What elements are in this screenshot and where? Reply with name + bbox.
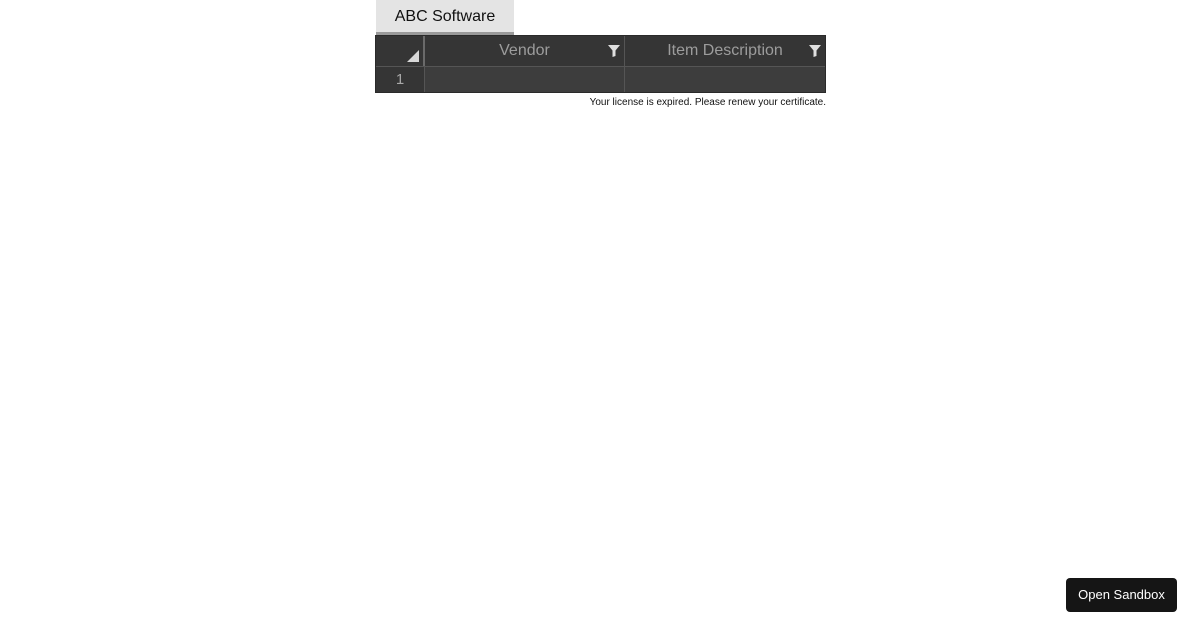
row-number[interactable]: 1 [376, 67, 425, 92]
select-all-icon [407, 50, 419, 62]
column-header-label: Vendor [499, 42, 550, 59]
page: ABC Software Vendor Item Description 1 Y… [0, 0, 1200, 630]
column-header-label: Item Description [667, 42, 783, 59]
sheet-tab[interactable]: ABC Software [376, 0, 514, 35]
spreadsheet-widget: ABC Software Vendor Item Description 1 Y… [375, 0, 826, 109]
sheet-tab-strip: ABC Software [375, 0, 826, 35]
column-header-item-description[interactable]: Item Description [625, 36, 825, 66]
filter-icon[interactable] [809, 45, 821, 57]
column-header-vendor[interactable]: Vendor [425, 36, 625, 66]
select-all-corner[interactable] [376, 36, 425, 66]
cell-vendor[interactable] [425, 67, 625, 92]
license-notice: Your license is expired. Please renew yo… [589, 97, 826, 108]
data-grid: Vendor Item Description 1 [375, 35, 826, 93]
open-sandbox-button[interactable]: Open Sandbox [1066, 578, 1177, 612]
table-row: 1 [376, 67, 825, 92]
filter-icon[interactable] [608, 45, 620, 57]
cell-item-description[interactable] [625, 67, 825, 92]
grid-header-row: Vendor Item Description [376, 36, 825, 67]
